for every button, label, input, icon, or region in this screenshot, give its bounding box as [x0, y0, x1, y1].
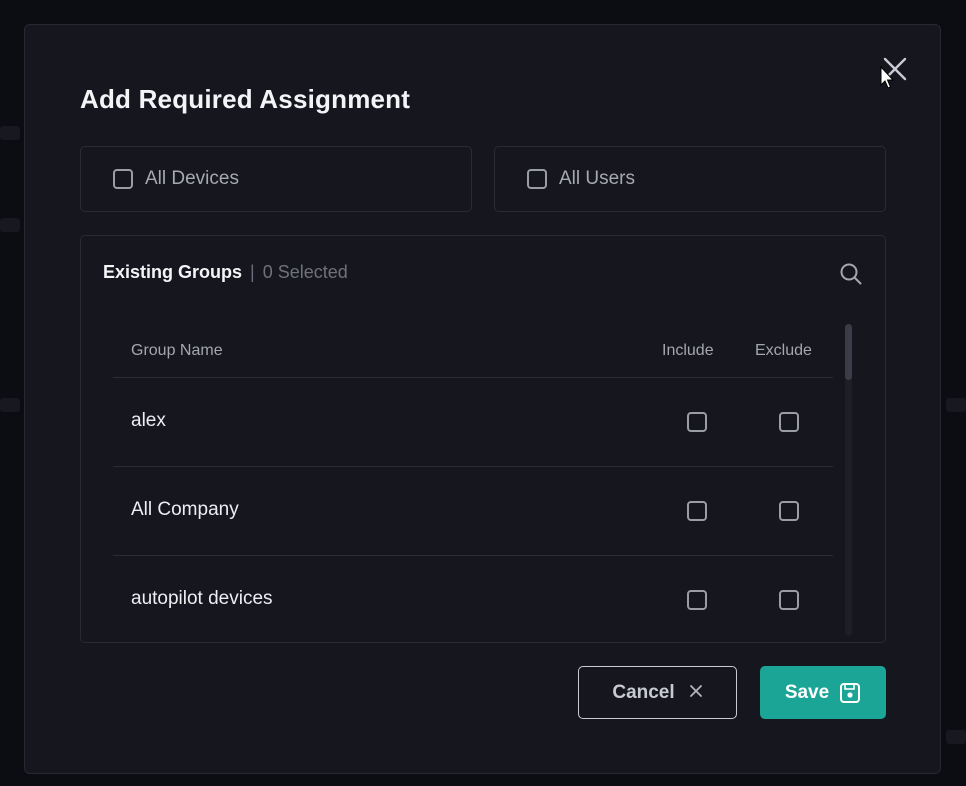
- existing-groups-header: Existing Groups | 0 Selected: [103, 262, 348, 283]
- include-checkbox[interactable]: [687, 501, 707, 521]
- search-groups-button[interactable]: [837, 260, 865, 288]
- exclude-checkbox[interactable]: [779, 412, 799, 432]
- column-header-exclude: Exclude: [755, 342, 812, 359]
- table-row: autopilot devices: [113, 556, 833, 642]
- cancel-button[interactable]: Cancel: [578, 666, 737, 719]
- all-users-checkbox[interactable]: [527, 169, 547, 189]
- cancel-button-label: Cancel: [612, 681, 675, 703]
- table-row: All Company: [113, 467, 833, 556]
- table-row: alex: [113, 378, 833, 467]
- all-devices-option[interactable]: All Devices: [80, 146, 472, 212]
- close-icon: [689, 682, 703, 703]
- groups-scrollbar[interactable]: [845, 324, 852, 636]
- mouse-cursor-icon: [880, 65, 895, 90]
- save-button-label: Save: [784, 681, 830, 703]
- all-users-option[interactable]: All Users: [494, 146, 886, 212]
- all-users-label: All Users: [559, 168, 636, 189]
- header-separator: |: [250, 262, 255, 282]
- save-button[interactable]: Save: [760, 666, 886, 719]
- scrollbar-thumb[interactable]: [845, 324, 852, 380]
- floppy-disk-icon: [839, 682, 861, 704]
- existing-groups-title: Existing Groups: [103, 262, 243, 282]
- include-checkbox[interactable]: [687, 412, 707, 432]
- group-name: autopilot devices: [131, 588, 273, 609]
- include-checkbox[interactable]: [687, 590, 707, 610]
- all-devices-label: All Devices: [145, 168, 239, 189]
- column-header-include: Include: [662, 342, 714, 359]
- groups-table-header: Group Name Include Exclude: [113, 322, 833, 378]
- background-element: [0, 218, 20, 232]
- group-name: All Company: [131, 499, 239, 520]
- exclude-checkbox[interactable]: [779, 501, 799, 521]
- dialog-title: Add Required Assignment: [80, 84, 411, 114]
- group-name: alex: [131, 410, 166, 431]
- all-devices-checkbox[interactable]: [113, 169, 133, 189]
- background-element: [0, 398, 20, 412]
- background-element: [946, 730, 966, 744]
- existing-groups-panel: Existing Groups | 0 Selected Group Name …: [80, 235, 886, 643]
- exclude-checkbox[interactable]: [779, 590, 799, 610]
- column-header-group-name: Group Name: [131, 342, 223, 359]
- background-element: [0, 126, 20, 140]
- search-icon: [840, 263, 862, 285]
- background-element: [946, 398, 966, 412]
- selected-count: 0 Selected: [262, 262, 348, 282]
